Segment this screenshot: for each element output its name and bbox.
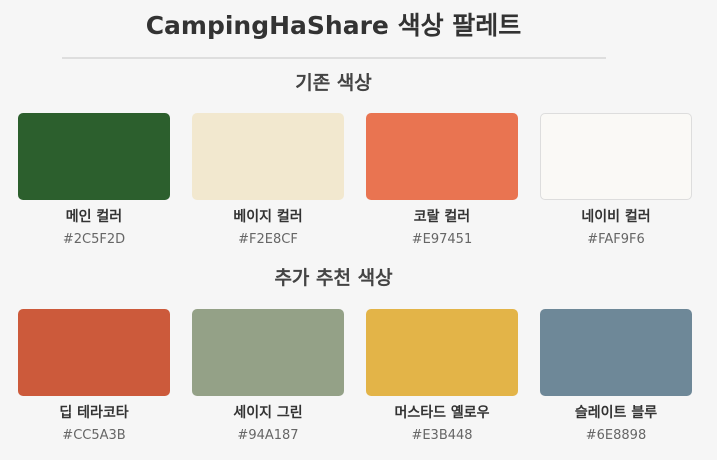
color-name: 머스타드 옐로우 [394, 405, 490, 421]
color-hex: #E3B448 [411, 428, 473, 443]
page-title: CampingHaShare 색상 팔레트 [145, 11, 522, 40]
color-hex: #2C5F2D [62, 232, 126, 247]
color-hex: #6E8898 [585, 428, 647, 443]
color-name: 세이지 그린 [233, 405, 303, 421]
color-name: 딥 테라코타 [59, 405, 129, 421]
section-title-existing: 기존 색상 [295, 72, 372, 94]
color-hex: #94A187 [237, 428, 299, 443]
color-name: 네이비 컬러 [581, 209, 651, 225]
color-card: 슬레이트 블루 #6E8898 [540, 309, 692, 445]
color-hex: #CC5A3B [62, 428, 126, 443]
color-swatch [192, 309, 344, 396]
color-hex: #F2E8CF [238, 232, 298, 247]
color-card: 베이지 컬러 #F2E8CF [192, 113, 344, 249]
swatch-grid-recommended: 딥 테라코타 #CC5A3B 세이지 그린 #94A187 머스타드 옐로우 #… [18, 309, 692, 445]
color-name: 베이지 컬러 [233, 209, 303, 225]
section-title-recommended: 추가 추천 색상 [274, 267, 393, 289]
color-swatch [192, 113, 344, 200]
color-hex: #FAF9F6 [587, 232, 645, 247]
color-swatch [540, 113, 692, 200]
color-card: 메인 컬러 #2C5F2D [18, 113, 170, 249]
color-name: 코랄 컬러 [413, 209, 471, 225]
color-card: 세이지 그린 #94A187 [192, 309, 344, 445]
title-divider [62, 57, 606, 59]
color-name: 메인 컬러 [65, 209, 123, 225]
color-name: 슬레이트 블루 [574, 405, 658, 421]
color-card: 딥 테라코타 #CC5A3B [18, 309, 170, 445]
swatch-grid-existing: 메인 컬러 #2C5F2D 베이지 컬러 #F2E8CF 코랄 컬러 #E974… [18, 113, 692, 249]
color-swatch [540, 309, 692, 396]
color-card: 네이비 컬러 #FAF9F6 [540, 113, 692, 249]
color-card: 머스타드 옐로우 #E3B448 [366, 309, 518, 445]
color-swatch [18, 113, 170, 200]
color-swatch [18, 309, 170, 396]
color-swatch [366, 113, 518, 200]
color-hex: #E97451 [411, 232, 473, 247]
color-card: 코랄 컬러 #E97451 [366, 113, 518, 249]
color-swatch [366, 309, 518, 396]
